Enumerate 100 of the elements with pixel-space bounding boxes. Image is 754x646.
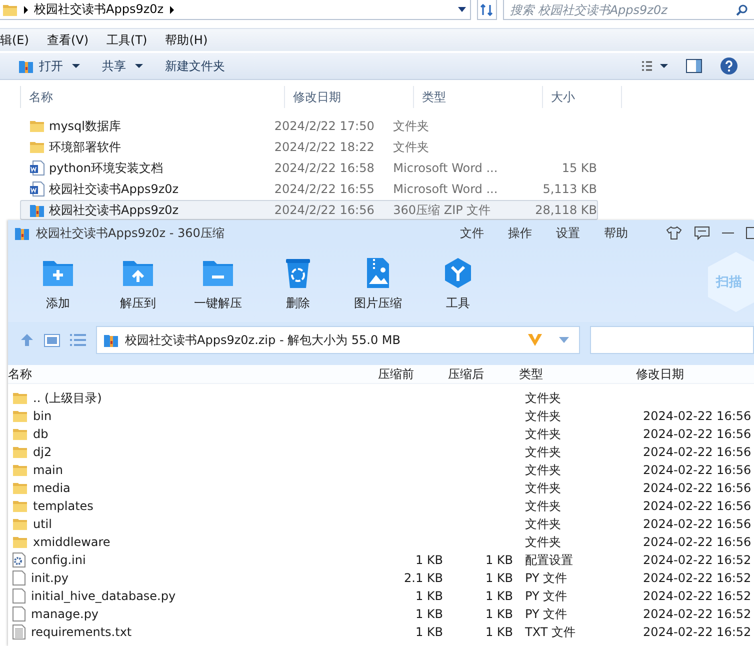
file-type: 文件夹 <box>525 516 561 530</box>
file-row[interactable]: 校园社交读书Apps9z0z 2024/2/22 16:56 360压缩 ZIP 文件 28,118 KB <box>20 200 598 220</box>
column-header[interactable]: 名称 <box>8 366 376 382</box>
file-type: 文件夹 <box>525 462 561 476</box>
menu-item[interactable]: 查看(V) <box>46 32 89 48</box>
column-header[interactable]: 压缩前 <box>376 366 446 382</box>
caret-icon <box>135 64 143 68</box>
zip-folder-icon <box>103 332 119 348</box>
column-header[interactable]: 名称 <box>21 86 285 108</box>
file-name[interactable]: util <box>33 517 52 531</box>
view-options-icon[interactable] <box>642 61 668 71</box>
thumbnail-view-icon[interactable] <box>44 334 60 346</box>
file-name: 环境部署软件 <box>49 138 121 156</box>
menu-item[interactable]: 操作 <box>508 224 532 242</box>
menu-item[interactable]: 设置 <box>556 224 580 242</box>
menu-item[interactable]: 辑(E) <box>0 32 29 48</box>
file-type: Microsoft Word ... <box>393 161 499 175</box>
tool-button[interactable]: 解压到 <box>98 256 178 312</box>
modified-date: 2024-02-22 16:52 <box>643 607 752 621</box>
gear-file-icon <box>12 552 26 568</box>
column-header[interactable]: 压缩后 <box>446 366 516 382</box>
file-icon <box>12 606 26 622</box>
file-name[interactable]: dj2 <box>33 445 52 459</box>
modified-date: 2024/2/22 16:55 <box>274 182 376 196</box>
menu-item[interactable]: 帮助 <box>604 224 628 242</box>
file-type: 文件夹 <box>525 498 561 512</box>
file-name[interactable]: xmiddleware <box>33 535 110 549</box>
column-header[interactable]: 类型 <box>516 366 636 382</box>
file-name[interactable]: requirements.txt <box>31 625 132 639</box>
toolbar-button[interactable]: 共享 <box>94 55 151 77</box>
folder-icon <box>12 481 28 495</box>
dropdown-icon <box>458 7 466 12</box>
file-name[interactable]: templates <box>33 499 94 513</box>
file-name[interactable]: db <box>33 427 48 441</box>
column-header[interactable]: 修改日期 <box>285 86 414 108</box>
search-icon <box>736 4 748 16</box>
path-field[interactable]: 校园社交读书Apps9z0z.zip - 解包大小为 55.0 MB <box>96 326 580 354</box>
tool-button[interactable]: 图片压缩 <box>338 256 418 312</box>
toolbar-button[interactable]: 新建文件夹 <box>157 55 233 77</box>
folder-icon <box>29 140 45 154</box>
file-size: 5,113 KB <box>542 182 597 196</box>
tool-button[interactable]: 一键解压 <box>178 256 258 312</box>
file-name[interactable]: main <box>33 463 63 477</box>
tool-button[interactable]: 添加 <box>18 256 98 312</box>
menu-item[interactable]: 文件 <box>460 224 484 242</box>
file-name[interactable]: config.ini <box>31 553 86 567</box>
zip-folder-icon <box>14 226 30 240</box>
file-name[interactable]: .. (上级目录) <box>33 390 102 406</box>
file-type: 文件夹 <box>525 426 561 440</box>
file-name[interactable]: bin <box>33 409 52 423</box>
message-icon[interactable] <box>694 226 710 240</box>
modified-date: 2024-02-22 16:56 <box>643 427 752 441</box>
modified-date: 2024/2/22 17:50 <box>274 119 376 133</box>
compressed-size: 1 KB <box>485 625 513 639</box>
file-row[interactable]: 校园社交读书Apps9z0z 2024/2/22 16:55 Microsoft Word ... 5,113 KB <box>20 179 598 199</box>
maximize-icon[interactable] <box>746 227 754 239</box>
column-header[interactable]: 类型 <box>414 86 543 108</box>
menu-item[interactable]: 帮助(H) <box>165 32 208 48</box>
file-name[interactable]: media <box>33 481 70 495</box>
file-row[interactable]: mysql数据库 2024/2/22 17:50 文件夹 <box>20 116 598 136</box>
address-bar[interactable]: 校园社交读书Apps9z0z <box>0 0 471 20</box>
file-row[interactable]: 环境部署软件 2024/2/22 18:22 文件夹 <box>20 137 598 157</box>
menu-item[interactable]: 工具(T) <box>106 32 148 48</box>
file-name[interactable]: init.py <box>31 571 69 585</box>
file-type: PY 文件 <box>525 570 568 584</box>
compressed-size: 1 KB <box>485 607 513 621</box>
minimize-icon[interactable] <box>722 232 734 234</box>
modified-date: 2024-02-22 16:56 <box>643 409 752 423</box>
modified-date: 2024-02-22 16:56 <box>643 481 752 495</box>
column-header[interactable]: 大小 <box>543 86 622 108</box>
file-icon <box>12 588 26 604</box>
original-size: 1 KB <box>415 553 443 567</box>
file-row[interactable]: python环境安装文档 2024/2/22 16:58 Microsoft Word ... 15 KB <box>20 158 598 178</box>
original-size: 1 KB <box>415 625 443 639</box>
column-header[interactable]: 修改日期 <box>636 366 754 382</box>
original-size: 1 KB <box>415 607 443 621</box>
compressed-size: 1 KB <box>485 589 513 603</box>
help-icon[interactable] <box>720 57 738 75</box>
modified-date: 2024-02-22 16:52 <box>643 589 752 603</box>
toolbar-button[interactable]: 打开 <box>10 55 88 77</box>
original-size: 1 KB <box>415 589 443 603</box>
preview-pane-icon[interactable] <box>686 59 702 73</box>
archive-path: 校园社交读书Apps9z0z.zip - 解包大小为 55.0 MB <box>125 332 401 348</box>
tool-button[interactable]: 工具 <box>418 256 498 312</box>
original-size: 2.1 KB <box>404 571 443 585</box>
tool-button[interactable]: 删除 <box>258 256 338 312</box>
modified-date: 2024-02-22 16:52 <box>643 553 752 567</box>
file-type: 文件夹 <box>393 138 430 156</box>
file-name[interactable]: initial_hive_database.py <box>31 589 176 603</box>
file-name[interactable]: manage.py <box>31 607 99 621</box>
shirt-icon[interactable] <box>666 226 682 240</box>
file-type: 360压缩 ZIP 文件 <box>393 202 492 218</box>
folder-icon <box>12 517 28 531</box>
folder-icon <box>12 535 28 549</box>
file-size: 28,118 KB <box>535 203 597 217</box>
folder-icon <box>29 119 45 133</box>
refresh-button[interactable] <box>477 0 497 20</box>
search-field[interactable] <box>590 326 754 354</box>
modified-date: 2024/2/22 18:22 <box>274 140 376 154</box>
breadcrumb[interactable]: 校园社交读书Apps9z0z <box>34 1 164 18</box>
